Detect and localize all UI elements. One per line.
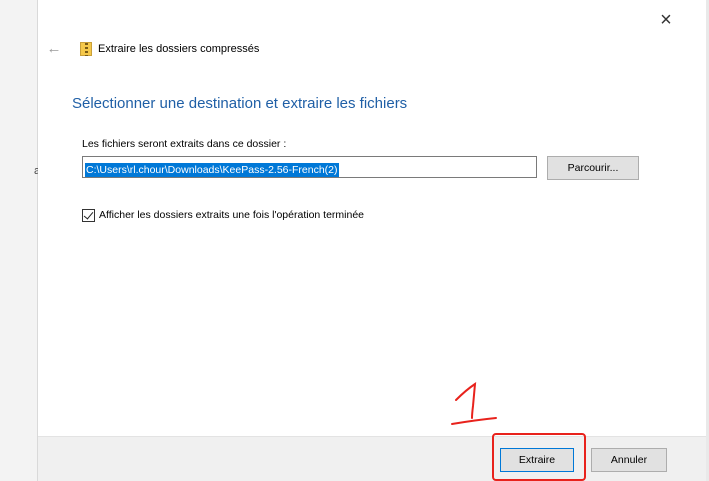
zip-folder-icon (80, 42, 92, 56)
show-extracted-label: Afficher les dossiers extraits une fois … (99, 209, 365, 221)
cancel-button[interactable]: Annuler (591, 448, 667, 472)
destination-path-value: C:\Users\rl.chour\Downloads\KeePass-2.56… (85, 163, 339, 177)
background-window (0, 0, 38, 481)
destination-path-input[interactable]: C:\Users\rl.chour\Downloads\KeePass-2.56… (82, 156, 537, 178)
destination-label: Les fichiers seront extraits dans ce dos… (82, 138, 287, 150)
extract-button[interactable]: Extraire (500, 448, 574, 472)
show-extracted-option[interactable]: Afficher les dossiers extraits une fois … (82, 208, 364, 222)
page-heading: Sélectionner une destination et extraire… (72, 95, 408, 112)
back-arrow-icon[interactable]: ← (44, 39, 64, 59)
show-extracted-checkbox[interactable] (82, 208, 95, 222)
dialog-title: Extraire les dossiers compressés (98, 43, 260, 55)
browse-button[interactable]: Parcourir... (547, 156, 639, 180)
extract-dialog: × ← Extraire les dossiers compressés Sél… (38, 0, 706, 481)
close-icon[interactable]: × (656, 10, 676, 30)
annotation-number-1 (451, 382, 497, 425)
